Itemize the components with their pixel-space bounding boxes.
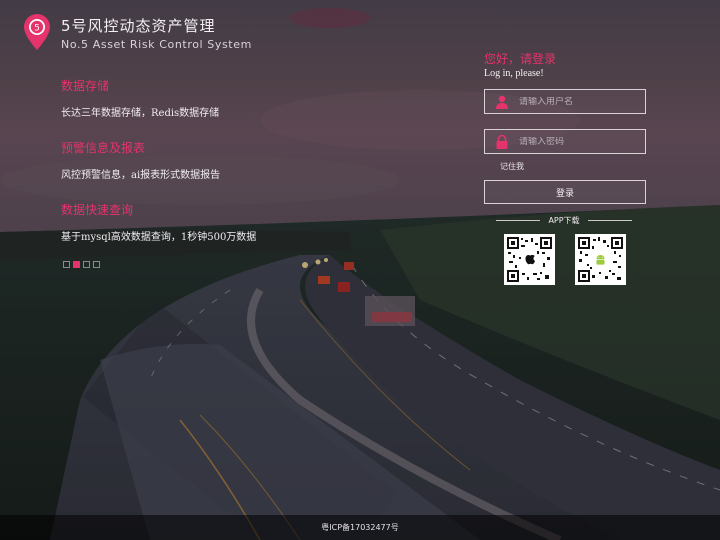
feature-description: 长达三年数据存储，Redis数据存储: [61, 108, 220, 119]
feature-alerts-reports: 预警信息及报表 风控预警信息，ai报表形式数据报告: [61, 139, 220, 181]
feature-description: 基于mysql高效数据查询，1秒钟500万数据: [61, 232, 257, 243]
logo-pin-icon: 5: [24, 14, 50, 50]
feature-description: 风控预警信息，ai报表形式数据报告: [61, 170, 221, 181]
app-subtitle: No.5 Asset Risk Control System: [61, 38, 252, 51]
login-greeting: 您好，请登录: [484, 52, 557, 66]
android-qr-code: [575, 234, 626, 285]
carousel-dot[interactable]: [93, 261, 100, 268]
footer: 粤ICP备17032477号: [0, 515, 720, 540]
ios-qr-code: [504, 234, 555, 285]
app-download-divider: APP下载: [496, 214, 632, 226]
feature-title: 数据存储: [61, 79, 110, 93]
feature-title: 预警信息及报表: [61, 141, 146, 155]
password-input[interactable]: [519, 136, 645, 147]
carousel-indicators: [63, 261, 100, 268]
feature-fast-query: 数据快速查询 基于mysql高效数据查询，1秒钟500万数据: [61, 201, 256, 243]
feature-data-storage: 数据存储 长达三年数据存储，Redis数据存储: [61, 77, 219, 119]
feature-title: 数据快速查询: [61, 203, 134, 217]
carousel-dot[interactable]: [63, 261, 70, 268]
login-subtitle: Log in, please!: [484, 68, 544, 79]
user-icon: [485, 95, 519, 109]
remember-me-checkbox[interactable]: 记住我: [500, 161, 524, 172]
divider-line: [588, 220, 632, 221]
lock-icon: [485, 134, 519, 149]
username-input[interactable]: [519, 96, 645, 107]
carousel-dot[interactable]: [83, 261, 90, 268]
carousel-dot-active[interactable]: [73, 261, 80, 268]
icp-license[interactable]: 粤ICP备17032477号: [321, 522, 399, 533]
app-title: 5号风控动态资产管理: [61, 17, 216, 35]
login-button[interactable]: 登录: [484, 180, 646, 204]
logo-number: 5: [34, 24, 40, 34]
password-field[interactable]: [484, 129, 646, 154]
username-field[interactable]: [484, 89, 646, 114]
